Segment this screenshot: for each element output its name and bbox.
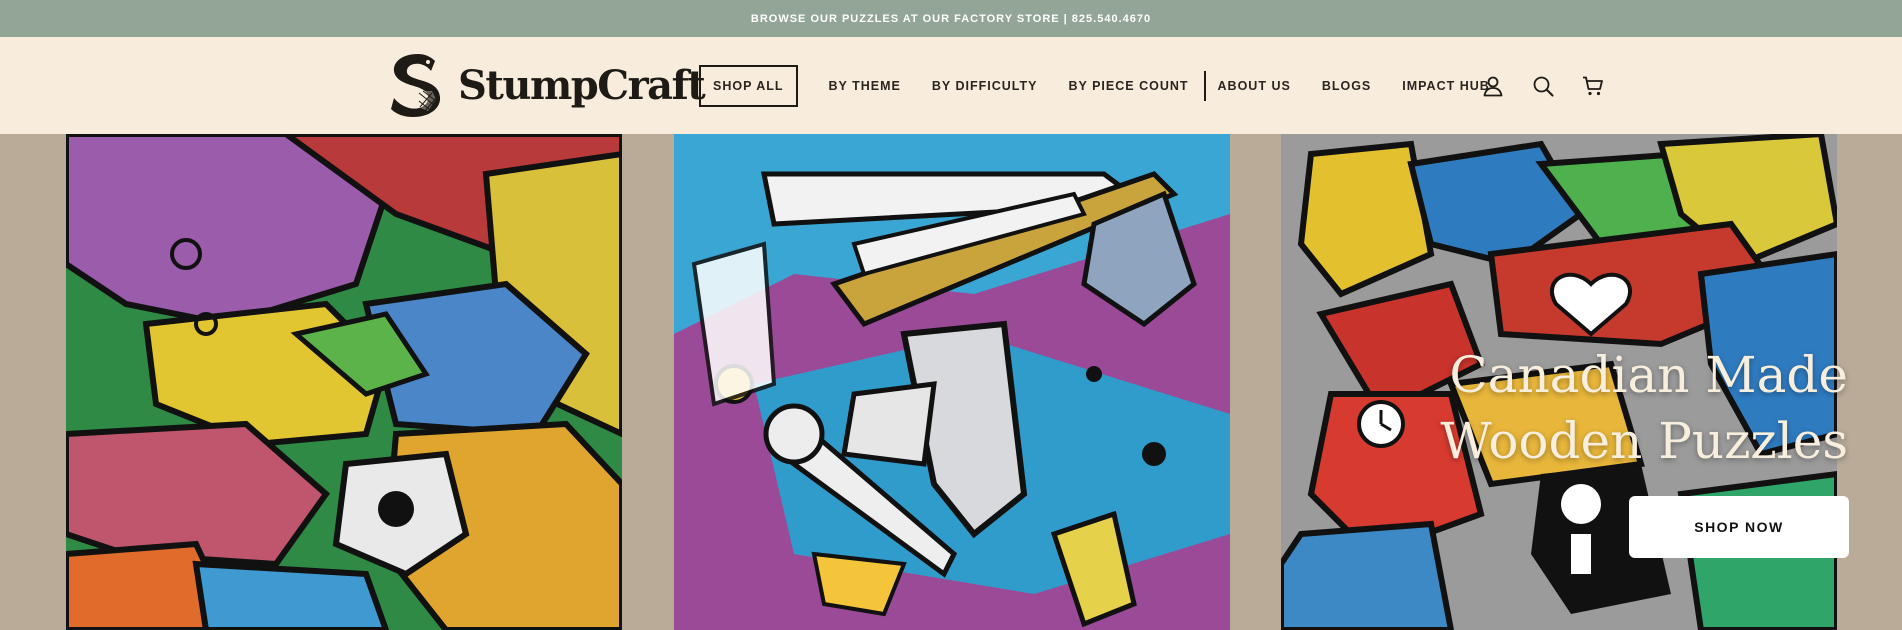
hero-banner: Canadian Made Wooden Puzzles SHOP NOW [0,134,1902,630]
header-icons [1481,37,1605,134]
hero-headline-line1: Canadian Made [1449,346,1848,404]
announcement-bar: BROWSE OUR PUZZLES AT OUR FACTORY STORE … [0,0,1902,37]
beaver-s-icon [391,54,441,117]
cart-icon[interactable] [1581,74,1605,98]
brand-logo-link[interactable]: StumpCraft [388,50,706,120]
nav-by-piece-count[interactable]: BY PIECE COUNT [1068,79,1188,93]
announcement-text: BROWSE OUR PUZZLES AT OUR FACTORY STORE … [750,12,1152,25]
nav-about-us[interactable]: ABOUT US [1218,79,1291,93]
hero-headline-line2: Wooden Puzzles [1440,412,1848,470]
nav-shop-all[interactable]: SHOP ALL [699,64,798,107]
main-nav: SHOP ALL BY THEME BY DIFFICULTY BY PIECE… [699,37,1490,134]
nav-by-theme[interactable]: BY THEME [829,79,901,93]
shop-now-button[interactable]: SHOP NOW [1629,496,1849,558]
nav-by-difficulty[interactable]: BY DIFFICULTY [932,79,1038,93]
nav-divider [1203,70,1206,101]
account-icon[interactable] [1481,74,1505,98]
nav-blogs[interactable]: BLOGS [1322,79,1371,93]
space-puzzle-art[interactable] [674,134,1230,630]
dinosaur-puzzle-art[interactable] [66,134,622,630]
brand-name: StumpCraft [458,61,706,109]
site-header: StumpCraft SHOP ALL BY THEME BY DIFFICUL… [0,37,1902,134]
search-icon[interactable] [1531,74,1555,98]
nav-impact-hub[interactable]: IMPACT HUB [1402,79,1490,93]
hero-headline: Canadian Made Wooden Puzzles [1440,342,1848,474]
